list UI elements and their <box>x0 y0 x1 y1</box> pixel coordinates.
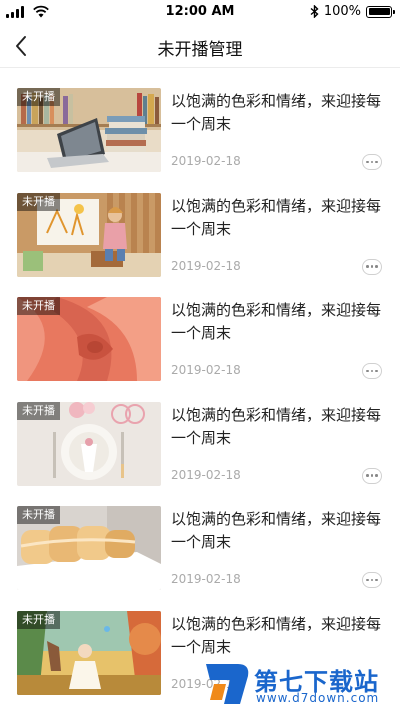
status-badge: 未开播 <box>17 193 60 211</box>
more-options-button[interactable] <box>362 154 382 170</box>
thumbnail-cake-roll: 未开播 <box>17 506 161 590</box>
item-title: 以饱满的色彩和情绪，来迎接每一个周末 <box>171 613 386 659</box>
list-item[interactable]: 未开播 以饱满的色彩和情绪，来迎接每一个周末 2019-02-18 <box>0 88 400 193</box>
thumbnail-girl-painting: 未开播 <box>17 193 161 277</box>
broadcast-list: 未开播 以饱满的色彩和情绪，来迎接每一个周末 2019-02-18 <box>0 88 400 715</box>
list-item[interactable]: 未开播 以饱满的色彩和情绪，来迎接每一个周末 2019-02-18 <box>0 193 400 298</box>
more-options-button[interactable] <box>362 259 382 275</box>
bluetooth-icon <box>310 5 319 18</box>
status-bar: 12:00 AM 100% <box>0 0 400 24</box>
list-item[interactable]: 未开播 以饱满的色彩和情绪，来迎接每一个周末 2019-02-18 <box>0 506 400 611</box>
item-date: 2019-02-18 <box>171 572 241 586</box>
item-title: 以饱满的色彩和情绪，来迎接每一个周末 <box>171 404 386 450</box>
list-item[interactable]: 未开播 以饱满的色彩和情绪，来迎接每一个周末 2019-02-18 <box>0 402 400 507</box>
watermark-url: www.d7down.com <box>256 691 379 705</box>
more-options-button[interactable] <box>362 468 382 484</box>
item-date: 2019-02-18 <box>171 259 241 273</box>
battery-icon <box>366 6 392 18</box>
item-date: 2019-02-18 <box>171 154 241 168</box>
item-title: 以饱满的色彩和情绪，来迎接每一个周末 <box>171 508 386 554</box>
item-title: 以饱满的色彩和情绪，来迎接每一个周末 <box>171 90 386 136</box>
watermark-logo: 第七下载站 www.d7down.com <box>200 660 398 708</box>
list-item[interactable]: 未开播 以饱满的色彩和情绪，来迎接每一个周末 2019-02-18 <box>0 297 400 402</box>
status-badge: 未开播 <box>17 402 60 420</box>
thumbnail-forest-illustration: 未开播 <box>17 611 161 695</box>
item-date: 2019-02-18 <box>171 363 241 377</box>
more-options-button[interactable] <box>362 363 382 379</box>
item-title: 以饱满的色彩和情绪，来迎接每一个周末 <box>171 195 386 241</box>
d7-logo-icon <box>200 660 252 708</box>
thumbnail-table-setting: 未开播 <box>17 402 161 486</box>
thumbnail-laptop-bookshelf: 未开播 <box>17 88 161 172</box>
thumbnail-rose-closeup: 未开播 <box>17 297 161 381</box>
battery-percent: 100% <box>324 4 361 19</box>
status-badge: 未开播 <box>17 611 60 629</box>
status-badge: 未开播 <box>17 297 60 315</box>
item-date: 2019-02-18 <box>171 468 241 482</box>
item-title: 以饱满的色彩和情绪，来迎接每一个周末 <box>171 299 386 345</box>
status-badge: 未开播 <box>17 506 60 524</box>
status-badge: 未开播 <box>17 88 60 106</box>
nav-bar: 未开播管理 <box>0 24 400 68</box>
page-title: 未开播管理 <box>0 35 400 60</box>
more-options-button[interactable] <box>362 572 382 588</box>
